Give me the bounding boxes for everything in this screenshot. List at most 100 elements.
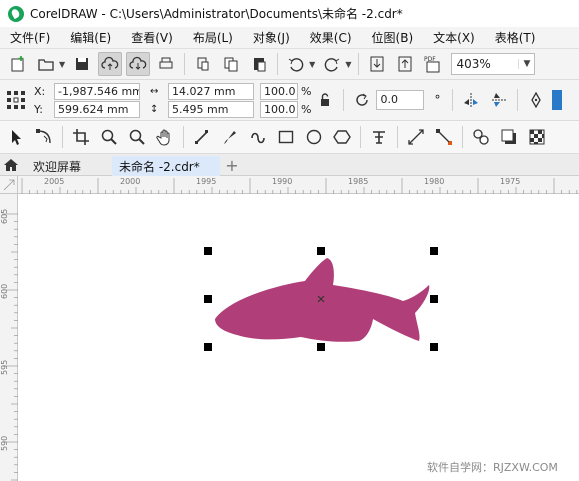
drawing-canvas[interactable] [19,195,579,481]
copy-icon[interactable] [219,52,243,76]
menu-view[interactable]: 查看(V) [121,29,183,46]
connector-tool-icon[interactable] [432,125,456,149]
degree-symbol: ° [434,93,441,107]
toolbar-separator [62,126,63,148]
pdf-label: PDF [424,56,436,63]
object-origin-icon[interactable] [4,88,28,112]
toolbar-separator [184,53,186,75]
smart-draw-icon[interactable] [246,125,270,149]
scale-x-input[interactable]: 100.0 [260,82,298,100]
hruler-label: 1985 [348,177,369,186]
selection-handle-sw[interactable] [204,343,212,351]
export-pdf-icon[interactable]: PDF [421,52,445,76]
ellipse-tool-icon[interactable] [302,125,326,149]
y-label: Y: [34,102,43,116]
undo-icon[interactable] [284,52,308,76]
x-position-input[interactable]: -1,987.546 mm [54,82,140,100]
outline-width-select[interactable] [552,90,563,110]
horizontal-ruler[interactable]: 2005 2000 1995 1990 1985 1980 1975 [18,176,579,194]
watermark: 软件自学网：RJZXW.COM [427,461,558,474]
toolbox [0,121,579,154]
open-folder-icon[interactable] [34,52,58,76]
vruler-label: 605 [0,208,9,224]
selection-handle-se[interactable] [430,343,438,351]
scale-y-input[interactable]: 100.0 [260,100,298,118]
tab-welcome-screen[interactable]: 欢迎屏幕 [24,156,112,176]
shape-tool-icon[interactable] [32,125,56,149]
selection-handle-n[interactable] [317,247,325,255]
search-zoom-out-icon[interactable] [125,125,149,149]
zoom-level-value: 403% [456,57,491,71]
redo-dropdown-icon[interactable]: ▼ [345,60,351,69]
hruler-label: 1975 [500,177,521,186]
y-position-input[interactable]: 599.624 mm [54,100,140,118]
cloud-download-icon[interactable] [126,52,151,76]
home-icon[interactable] [0,154,22,176]
export-icon[interactable] [393,52,417,76]
redo-icon[interactable] [320,52,344,76]
title-bar: CorelDRAW - C:\Users\Administrator\Docum… [0,0,579,27]
import-icon[interactable] [365,52,389,76]
open-dropdown-icon[interactable]: ▼ [59,60,65,69]
menu-file[interactable]: 文件(F) [0,29,60,46]
text-tool-icon[interactable] [367,125,391,149]
mirror-horizontal-icon[interactable] [459,88,483,112]
width-icon: ↔ [150,85,159,97]
artistic-media-icon[interactable] [218,125,242,149]
paste-icon[interactable] [247,52,271,76]
toolbar-separator [360,126,361,148]
width-input[interactable]: 14.027 mm [168,82,254,100]
crop-tool-icon[interactable] [69,125,93,149]
add-tab-button[interactable]: + [222,154,242,175]
menu-bitmaps[interactable]: 位图(B) [362,29,424,46]
dimension-tool-icon[interactable] [404,125,428,149]
menu-text[interactable]: 文本(X) [423,29,485,46]
rotation-angle-input[interactable]: 0.0 [376,90,425,110]
cloud-upload-icon[interactable] [98,52,123,76]
polygon-tool-icon[interactable] [330,125,354,149]
zoom-level-select[interactable]: 403% ▼ [451,53,536,75]
selection-handle-ne[interactable] [430,247,438,255]
pan-hand-icon[interactable] [153,125,177,149]
zoom-tool-icon[interactable] [97,125,121,149]
tab-document[interactable]: 未命名 -2.cdr* [112,156,220,176]
toolbar-separator [358,53,360,75]
menu-table[interactable]: 表格(T) [485,29,546,46]
toolbar-separator [452,89,454,111]
blend-tool-icon[interactable] [469,125,493,149]
toolbar-separator [277,53,279,75]
vruler-label: 600 [0,283,9,299]
menu-edit[interactable]: 编辑(E) [60,29,121,46]
toolbar-separator [183,126,184,148]
mirror-vertical-icon[interactable] [487,88,511,112]
height-input[interactable]: 5.495 mm [168,100,254,118]
hruler-label: 2000 [120,177,141,186]
selection-handle-nw[interactable] [204,247,212,255]
menu-effects[interactable]: 效果(C) [300,29,362,46]
selection-handle-w[interactable] [204,295,212,303]
menu-object[interactable]: 对象(J) [243,29,300,46]
freehand-tool-icon[interactable] [190,125,214,149]
selection-handle-s[interactable] [317,343,325,351]
x-label: X: [34,84,46,98]
ruler-corner[interactable] [0,176,18,194]
outline-pen-icon[interactable] [524,88,548,112]
rotate-icon [350,88,374,112]
pick-tool-icon[interactable] [4,125,28,149]
menu-layout[interactable]: 布局(L) [183,29,243,46]
transparency-tool-icon[interactable] [525,125,549,149]
lock-ratio-icon[interactable] [313,88,337,112]
rectangle-tool-icon[interactable] [274,125,298,149]
save-icon[interactable] [70,52,94,76]
drop-shadow-icon[interactable] [497,125,521,149]
vertical-ruler[interactable]: 605 600 595 590 [0,194,18,481]
print-icon[interactable] [154,52,178,76]
new-document-icon[interactable] [6,52,30,76]
selection-handle-e[interactable] [430,295,438,303]
hruler-label: 1990 [272,177,293,186]
standard-toolbar: ▼ ▼ ▼ PDF 403% ▼ [0,49,579,80]
undo-dropdown-icon[interactable]: ▼ [309,60,315,69]
toolbar-separator [343,89,345,111]
cut-icon[interactable] [191,52,215,76]
toolbar-separator [397,126,398,148]
